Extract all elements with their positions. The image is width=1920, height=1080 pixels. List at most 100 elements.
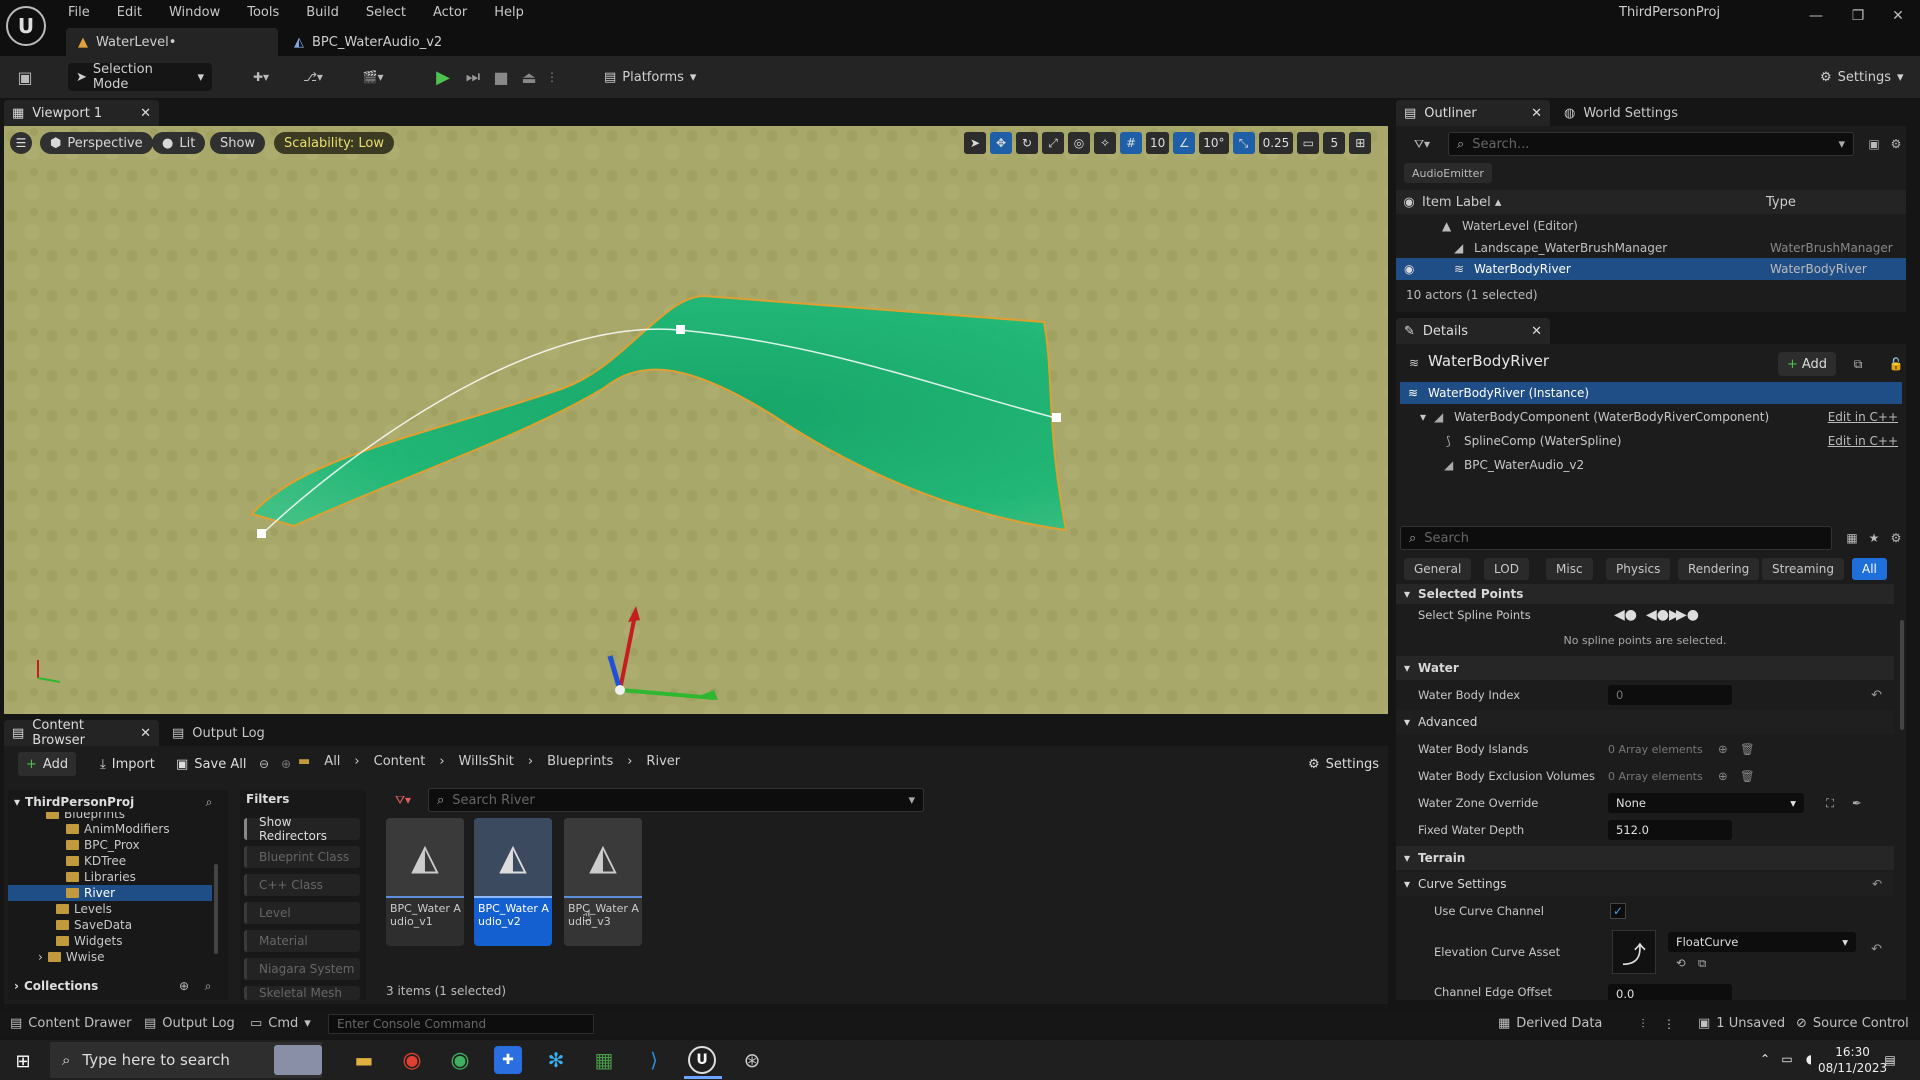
table-view-icon[interactable]: ▦ — [1842, 528, 1862, 548]
close-icon[interactable]: ✕ — [140, 106, 151, 121]
tree-folder[interactable]: Libraries — [66, 869, 136, 885]
details-search-input[interactable]: ⌕ Search — [1400, 526, 1832, 550]
filter-cpp-class[interactable]: C++ Class — [244, 874, 360, 896]
asset-tile[interactable]: ◭ BPC_Water Audio_v3 — [564, 818, 642, 946]
select-tool-icon[interactable]: ➤ — [964, 132, 986, 154]
tree-scrollbar[interactable] — [214, 864, 218, 954]
rotate-tool-icon[interactable]: ↻ — [1016, 132, 1038, 154]
network-icon[interactable]: ▭ — [1778, 1050, 1796, 1068]
select-next-point-icon[interactable]: ▶● — [1676, 607, 1699, 623]
edit-cpp-link[interactable]: Edit in C++ — [1828, 434, 1898, 448]
taskbar-clock[interactable]: 16:30 08/11/2023 — [1818, 1044, 1887, 1076]
reset-icon[interactable]: ↶ — [1872, 877, 1882, 891]
add-element-icon[interactable]: ⊕ — [1718, 769, 1728, 783]
calculator-icon[interactable]: ▦ — [590, 1046, 618, 1074]
category-all[interactable]: All — [1852, 558, 1887, 580]
notification-icon[interactable]: ▤ — [1880, 1050, 1900, 1070]
outliner-search-input[interactable]: ⌕ Search... ▾ — [1448, 132, 1854, 156]
lit-button[interactable]: ● Lit — [152, 132, 206, 154]
crumb-river[interactable]: River — [646, 754, 680, 769]
forward-icon[interactable]: ⊕ — [276, 754, 296, 774]
section-selected-points[interactable]: ▾ Selected Points — [1396, 584, 1894, 604]
curve-thumbnail-icon[interactable]: ⤴ — [1612, 930, 1656, 974]
category-streaming[interactable]: Streaming — [1762, 558, 1844, 580]
section-water[interactable]: ▾ Water — [1396, 656, 1894, 680]
unreal-taskbar-icon[interactable]: U — [688, 1046, 716, 1074]
category-physics[interactable]: Physics — [1606, 558, 1671, 580]
trash-icon[interactable]: 🗑 — [1740, 742, 1755, 756]
add-folder-icon[interactable]: ▣ — [1864, 134, 1884, 154]
outliner-row[interactable]: ◢ Landscape_WaterBrushManager WaterBrush… — [1396, 237, 1906, 259]
browse-asset-icon[interactable]: ⟲ — [1676, 956, 1686, 970]
crumb-willsshit[interactable]: WillsShit — [459, 754, 514, 769]
selection-mode-dropdown[interactable]: ➤ Selection Mode ▾ — [68, 62, 212, 92]
menu-build[interactable]: Build — [306, 5, 339, 20]
tab-details[interactable]: ✎ Details ✕ — [1396, 318, 1550, 344]
tree-folder[interactable]: Widgets — [56, 933, 123, 949]
curve-asset-dropdown[interactable]: FloatCurve ▾ — [1668, 932, 1856, 952]
component-row[interactable]: ⟆ SplineComp (WaterSpline) Edit in C++ — [1400, 430, 1902, 452]
filter-blueprint-class[interactable]: Blueprint Class — [244, 846, 360, 868]
close-icon[interactable]: ✕ — [1531, 324, 1542, 339]
filter-niagara-system[interactable]: Niagara System — [244, 958, 360, 980]
zone-override-dropdown[interactable]: None ▾ — [1608, 793, 1804, 813]
outliner-row-selected[interactable]: ◉ ≋ WaterBodyRiver WaterBodyRiver — [1396, 258, 1906, 280]
add-component-button[interactable]: + Add — [1778, 352, 1836, 376]
crumb-all[interactable]: All — [324, 754, 340, 769]
reset-icon[interactable]: ↶ — [1871, 942, 1882, 957]
gear-icon[interactable]: ⚙ — [1886, 528, 1906, 548]
tab-outliner[interactable]: ▤ Outliner ✕ — [1396, 100, 1550, 126]
tree-folder[interactable]: BPC_Prox — [66, 837, 140, 853]
close-icon[interactable]: ✕ — [140, 726, 151, 741]
tab-bpc-wateraudio[interactable]: ◭ BPC_WaterAudio_v2 — [282, 28, 532, 56]
tab-waterlevel[interactable]: ▲ WaterLevel• — [66, 28, 278, 56]
crumb-blueprints[interactable]: Blueprints — [547, 754, 613, 769]
scale-tool-icon[interactable]: ⤢ — [1042, 132, 1064, 154]
chevron-down-icon[interactable]: ▾ — [1420, 410, 1426, 424]
settings-app-icon[interactable]: ✻ — [542, 1046, 570, 1074]
filter-skeletal-mesh[interactable]: Skeletal Mesh — [244, 986, 360, 1000]
select-prev-point-icon[interactable]: ◀● — [1614, 607, 1637, 623]
add-element-icon[interactable]: ⊕ — [1718, 742, 1728, 756]
show-button[interactable]: Show — [210, 132, 266, 154]
asset-search-input[interactable]: ⌕ Search River ▾ — [428, 788, 924, 812]
asset-tile-selected[interactable]: ◭ BPC_Water Audio_v2 — [474, 818, 552, 946]
cmd-dropdown[interactable]: ▭ Cmd ▾ — [250, 1016, 311, 1031]
col-type[interactable]: Type — [1766, 195, 1796, 210]
camera-speed-icon[interactable]: ▭ — [1297, 132, 1320, 154]
reset-icon[interactable]: ↶ — [1871, 688, 1882, 703]
filter-level[interactable]: Level — [244, 902, 360, 924]
hamburger-icon[interactable]: ☰ — [10, 132, 32, 154]
tree-root[interactable]: ▾ ThirdPersonProj — [14, 794, 134, 810]
category-rendering[interactable]: Rendering — [1678, 558, 1760, 580]
eye-icon[interactable]: ◉ — [1396, 195, 1422, 210]
menu-select[interactable]: Select — [366, 5, 406, 20]
maximize-viewport-icon[interactable]: ⊞ — [1349, 132, 1372, 154]
section-curve-settings[interactable]: ▾ Curve Settings ↶ — [1396, 872, 1894, 896]
vscode-icon[interactable]: ⟩ — [640, 1046, 668, 1074]
search-icon[interactable]: ⌕ — [200, 794, 218, 810]
collections-header[interactable]: › Collections — [14, 978, 98, 994]
eye-icon[interactable]: ◉ — [1404, 262, 1414, 276]
tree-folder[interactable]: SaveData — [56, 917, 132, 933]
cb-settings-button[interactable]: ⚙ Settings — [1300, 752, 1387, 776]
chrome-icon[interactable]: ◉ — [398, 1046, 426, 1074]
section-advanced[interactable]: ▾ Advanced — [1396, 710, 1894, 734]
console-input[interactable]: Enter Console Command — [328, 1014, 594, 1034]
menu-file[interactable]: File — [68, 5, 90, 20]
more-icon[interactable]: ⋮ — [1660, 1016, 1678, 1032]
menu-help[interactable]: Help — [494, 5, 524, 20]
taskbar-search[interactable]: ⌕ Type here to search — [50, 1042, 322, 1078]
menu-tools[interactable]: Tools — [247, 5, 279, 20]
play-icon[interactable]: ▶ — [432, 66, 454, 88]
viewport-scene[interactable] — [4, 126, 1388, 714]
blueprint-icon[interactable]: ⧉ — [1848, 354, 1868, 374]
filter-show-redirectors[interactable]: Show Redirectors — [244, 815, 360, 843]
tree-folder[interactable]: Levels — [56, 901, 112, 917]
tree-folder[interactable]: AnimModifiers — [66, 821, 170, 837]
component-row[interactable]: ▾ ◢ WaterBodyComponent (WaterBodyRiverCo… — [1400, 406, 1902, 428]
volume-icon[interactable]: ◖ — [1800, 1050, 1818, 1068]
star-icon[interactable]: ★ — [1864, 528, 1884, 548]
source-control-button[interactable]: ⊘ Source Control — [1796, 1016, 1909, 1031]
move-tool-icon[interactable]: ✥ — [990, 132, 1012, 154]
